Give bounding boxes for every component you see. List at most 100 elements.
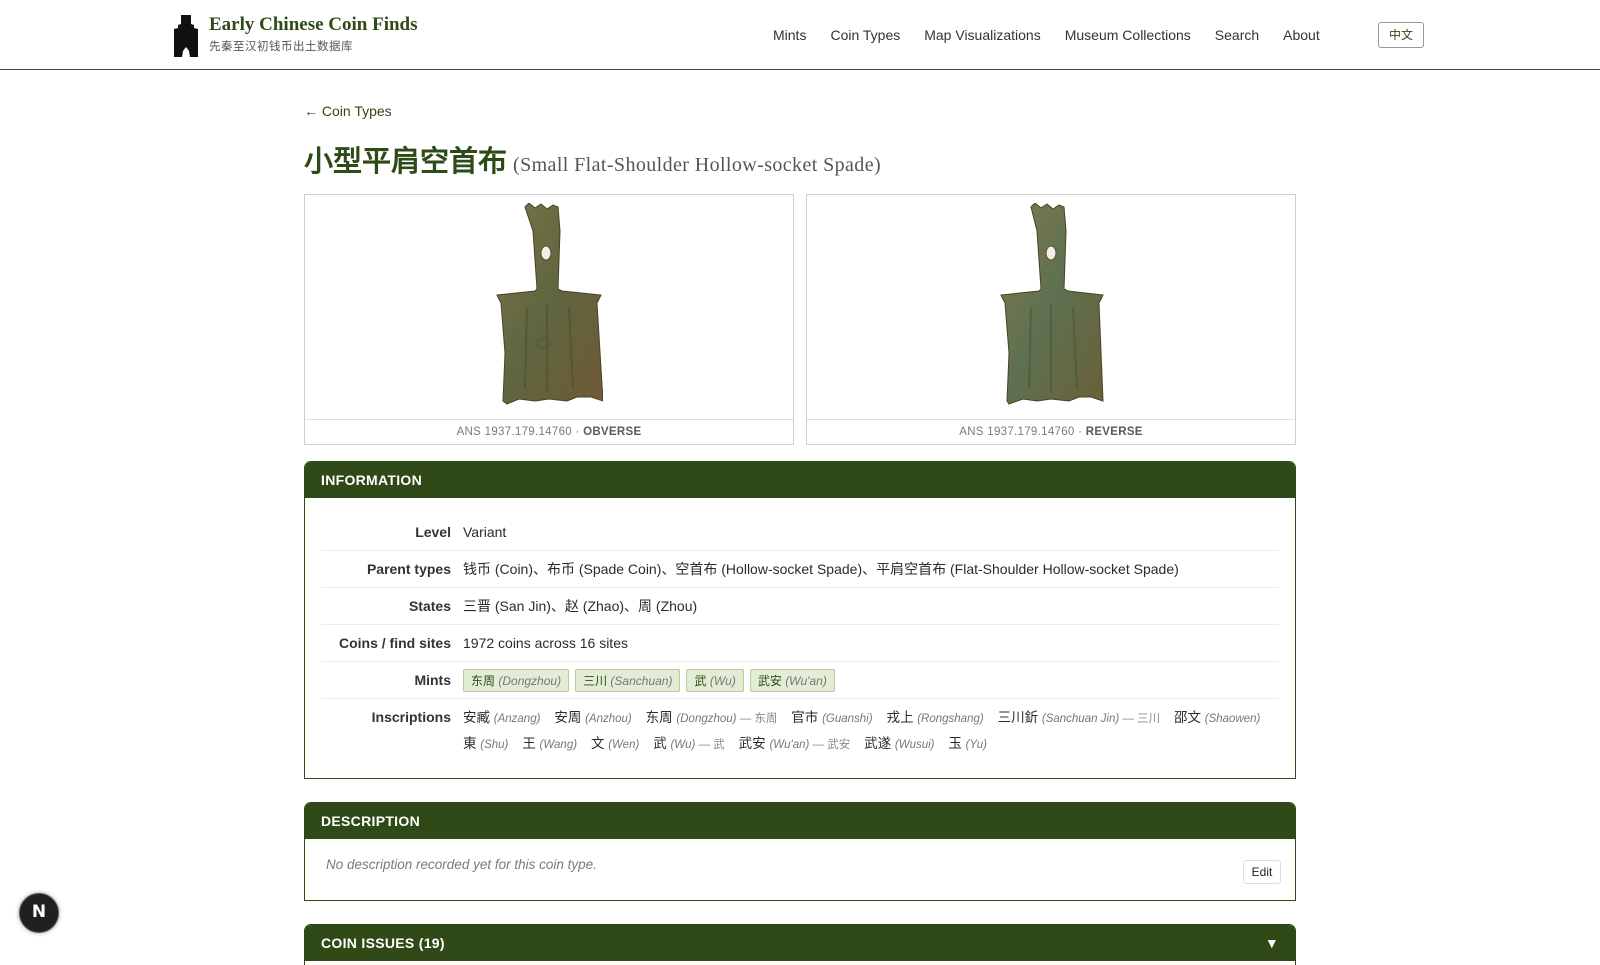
info-value: 三晋 (San Jin)、赵 (Zhao)、周 (Zhou) — [463, 598, 698, 614]
spade-coin-logo-icon — [174, 15, 198, 57]
coin-issues-card[interactable]: COIN ISSUES (19) ▼ — [304, 924, 1296, 965]
mint-tag[interactable]: 武 (Wu) — [686, 668, 744, 692]
information-card: INFORMATION Level Variant Parent types 钱… — [304, 461, 1296, 779]
inscription-chinese: 文 — [590, 736, 605, 751]
main-nav: Mints Coin Types Map Visualizations Muse… — [773, 25, 1344, 45]
inscription-english: (Shu) — [480, 739, 509, 751]
inscription-chinese: 官市 — [791, 710, 819, 725]
description-text: No description recorded yet for this coi… — [326, 857, 597, 872]
info-label: Parent types — [366, 561, 451, 577]
site-subtitle: 先秦至汉初钱币出土数据库 — [209, 41, 353, 53]
mint-tag-chinese: 武 — [694, 673, 707, 688]
info-row-inscriptions: Inscriptions 安臧 (Anzang) 安周 (Anzhou) 东周 … — [321, 699, 1279, 757]
inscription-english: (Wang) — [539, 739, 578, 751]
floating-action-button[interactable]: N — [19, 893, 59, 933]
reverse-image-panel[interactable]: ANS 1937.179.14760 · REVERSE — [806, 194, 1296, 445]
nav-map-visualizations[interactable]: Map Visualizations — [924, 25, 1040, 45]
inscription-chinese: 邵文 — [1174, 710, 1201, 725]
mint-tag-english: (Dongzhou) — [498, 673, 562, 688]
inscription-item[interactable]: 東 (Shu) — [463, 736, 508, 751]
inscription-chinese: 王 — [522, 736, 536, 751]
collapse-toggle-icon[interactable]: ▼ — [1265, 925, 1279, 961]
inscription-item[interactable]: 武安 (Wu'an) — 武安 — [739, 736, 851, 751]
mint-tag-english: (Wu) — [709, 673, 736, 688]
mint-tag[interactable]: 东周 (Dongzhou) — [463, 668, 570, 692]
inscription-english: (Rongshang) — [917, 713, 984, 725]
inscription-chinese: 武安 — [738, 736, 766, 751]
info-value: 1972 coins across 16 sites — [463, 635, 628, 651]
inscription-english: (Dongzhou) — [676, 713, 737, 725]
inscription-item[interactable]: 邵文 (Shaowen) — [1174, 710, 1260, 725]
inscription-mint-link: — 武 — [695, 739, 725, 751]
nav-about[interactable]: About — [1283, 25, 1320, 45]
obverse-image-panel[interactable]: ANS 1937.179.14760 · OBVERSE — [304, 194, 794, 445]
info-row-parent-types: Parent types 钱币 (Coin)、布币 (Spade Coin)、空… — [321, 551, 1279, 588]
edit-description-button[interactable]: Edit — [1243, 860, 1281, 884]
inscription-item[interactable]: 文 (Wen) — [591, 736, 639, 751]
information-heading: INFORMATION — [305, 462, 1295, 498]
info-label: Coins / find sites — [338, 635, 451, 651]
inscription-item[interactable]: 武遂 (Wusui) — [864, 736, 934, 751]
spade-coin-reverse-icon — [1000, 203, 1104, 405]
info-row-level: Level Variant — [321, 514, 1279, 551]
inscription-item[interactable]: 戎上 (Rongshang) — [886, 710, 983, 725]
mint-tag[interactable]: 三川 (Sanchuan) — [575, 668, 681, 692]
inscription-chinese: 东周 — [645, 710, 673, 725]
nav-mints[interactable]: Mints — [773, 25, 806, 45]
info-label: Inscriptions — [371, 709, 451, 725]
inscription-item[interactable]: 三川釿 (Sanchuan Jin) — 三川 — [998, 710, 1161, 725]
back-to-coin-types-link[interactable]: ← Coin Types — [304, 103, 392, 119]
language-toggle-button[interactable]: 中文 — [1378, 22, 1424, 48]
inscription-item[interactable]: 安周 (Anzhou) — [554, 710, 631, 725]
reverse-coin-image[interactable] — [807, 195, 1295, 419]
inscription-chinese: 東 — [463, 736, 477, 751]
obverse-caption: ANS 1937.179.14760 · OBVERSE — [305, 419, 793, 444]
description-heading: DESCRIPTION — [305, 803, 1295, 839]
info-row-mints: Mints 东周 (Dongzhou) 三川 (Sanchuan) 武 (Wu) 武安… — [321, 662, 1279, 699]
inscription-chinese: 安臧 — [463, 710, 490, 725]
mint-tag-chinese: 三川 — [583, 673, 608, 688]
info-row-coins-find-sites: Coins / find sites 1972 coins across 16 … — [321, 625, 1279, 662]
info-value: 钱币 (Coin)、布币 (Spade Coin)、空首布 (Hollow-so… — [463, 561, 1179, 577]
inscription-english: (Sanchuan Jin) — [1041, 713, 1120, 725]
inscription-english: (Wen) — [608, 739, 640, 751]
inscription-chinese: 玉 — [948, 736, 962, 751]
inscription-item[interactable]: 玉 (Yu) — [948, 736, 987, 751]
inscription-english: (Wusui) — [894, 739, 935, 751]
nav-museum-collections[interactable]: Museum Collections — [1065, 25, 1191, 45]
nav-coin-types[interactable]: Coin Types — [830, 25, 900, 45]
inscription-item[interactable]: 安臧 (Anzang) — [463, 710, 540, 725]
info-row-states: States 三晋 (San Jin)、赵 (Zhao)、周 (Zhou) — [321, 588, 1279, 625]
inscription-mint-link: — 武安 — [809, 739, 851, 751]
inscription-english: (Anzhou) — [585, 713, 632, 725]
inscription-english: (Wu) — [670, 739, 696, 751]
info-label: Level — [415, 524, 451, 540]
inscription-english: (Anzang) — [493, 713, 541, 725]
inscription-chinese: 武遂 — [864, 736, 892, 751]
mint-tag-english: (Sanchuan) — [610, 673, 673, 688]
mint-tag[interactable]: 武安 (Wu'an) — [749, 668, 835, 692]
brand-home-link[interactable]: Early Chinese Coin Finds 先秦至汉初钱币出土数据库 — [174, 14, 418, 57]
spade-coin-obverse-icon — [496, 203, 603, 405]
reverse-side-label: REVERSE — [1085, 426, 1143, 438]
inscription-mint-link: — 东周 — [736, 713, 778, 725]
mint-tag-list: 东周 (Dongzhou) 三川 (Sanchuan) 武 (Wu) 武安 (Wu'a… — [463, 668, 841, 692]
inscription-item[interactable]: 官市 (Guanshi) — [791, 710, 872, 725]
inscription-chinese: 武 — [653, 736, 667, 751]
info-label: Mints — [414, 672, 451, 688]
inscription-english: (Yu) — [965, 739, 987, 751]
nav-search[interactable]: Search — [1215, 25, 1259, 45]
inscription-item[interactable]: 武 (Wu) — 武 — [653, 736, 725, 751]
inscription-item[interactable]: 东周 (Dongzhou) — 东周 — [646, 710, 778, 725]
info-label: States — [408, 598, 451, 614]
obverse-coin-image[interactable] — [305, 195, 793, 419]
obverse-side-label: OBVERSE — [583, 426, 642, 438]
inscription-list: 安臧 (Anzang) 安周 (Anzhou) 东周 (Dongzhou) — … — [463, 705, 1279, 757]
site-header: Early Chinese Coin Finds 先秦至汉初钱币出土数据库 Mi… — [0, 0, 1600, 70]
page-title-chinese: 小型平肩空首布 — [304, 144, 508, 178]
coin-issues-heading[interactable]: COIN ISSUES (19) ▼ — [305, 925, 1295, 961]
inscription-chinese: 戎上 — [886, 710, 914, 725]
reverse-accession-id: ANS 1937.179.14760 · — [959, 426, 1086, 438]
inscription-item[interactable]: 王 (Wang) — [522, 736, 577, 751]
mint-tag-chinese: 武安 — [757, 673, 782, 688]
